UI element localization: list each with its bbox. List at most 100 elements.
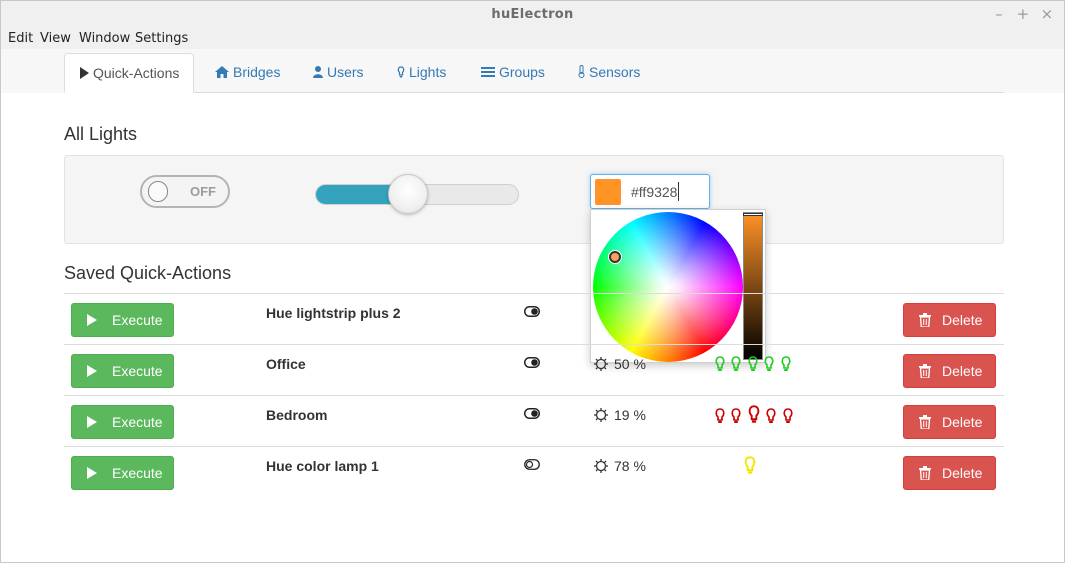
table-row: Execute Office 50 % Delete <box>64 344 1004 395</box>
table-row: Execute Hue color lamp 1 78 % Delete <box>64 446 1004 497</box>
tab-label: Users <box>327 64 364 80</box>
lightbulb-icon <box>748 356 758 371</box>
execute-label: Execute <box>112 414 163 430</box>
trash-icon <box>919 364 931 378</box>
lightbulb-icon <box>748 405 760 423</box>
lightbulb-icon <box>783 408 793 423</box>
lightbulb-icon <box>731 356 741 371</box>
execute-button[interactable]: Execute <box>71 405 174 439</box>
lightbulb-icon <box>715 408 725 423</box>
tab-bridges[interactable]: Bridges <box>201 53 294 93</box>
trash-icon <box>919 415 931 429</box>
execute-button[interactable]: Execute <box>71 456 174 490</box>
play-icon <box>80 67 89 79</box>
text-caret <box>678 182 679 201</box>
lights-indicator <box>714 354 792 372</box>
toggle-on-icon <box>524 357 540 368</box>
window-title: huElectron <box>491 7 574 22</box>
brightness-icon <box>594 459 608 473</box>
lightbulb-icon <box>764 356 774 371</box>
tab-users[interactable]: Users <box>299 53 378 93</box>
tab-quick-actions[interactable]: Quick-Actions <box>64 53 195 93</box>
lights-indicator <box>714 405 794 424</box>
brightness-bar-marker[interactable] <box>743 213 763 216</box>
tab-label: Bridges <box>233 64 281 80</box>
toggle-on-icon <box>524 408 540 419</box>
color-swatch <box>595 179 621 205</box>
menu-window[interactable]: Window <box>79 31 130 46</box>
delete-button[interactable]: Delete <box>903 456 996 490</box>
maximize-button[interactable]: + <box>1013 1 1033 29</box>
lightbulb-icon <box>766 408 776 423</box>
delete-label: Delete <box>942 312 983 328</box>
toggle-on-icon <box>524 306 540 317</box>
slider-handle[interactable] <box>388 174 428 214</box>
tab-lights[interactable]: Lights <box>383 53 460 93</box>
lights-indicator <box>743 456 757 475</box>
play-icon <box>87 365 97 377</box>
tab-groups[interactable]: Groups <box>467 53 559 93</box>
trash-icon <box>919 466 931 480</box>
saved-quick-actions-heading: Saved Quick-Actions <box>64 263 232 283</box>
minimize-button[interactable]: – <box>989 1 1009 29</box>
color-input[interactable]: #ff9328 <box>590 174 710 209</box>
toggle-knob <box>148 181 168 202</box>
delete-button[interactable]: Delete <box>903 405 996 439</box>
lightbulb-icon <box>715 356 725 371</box>
lightbulb-icon <box>397 66 405 78</box>
brightness-readout: 19 % <box>594 407 646 423</box>
play-icon <box>87 314 97 326</box>
play-icon <box>87 467 97 479</box>
app-window: huElectron – + × Edit View Window Settin… <box>0 0 1065 563</box>
delete-button[interactable]: Delete <box>903 303 996 337</box>
close-button[interactable]: × <box>1037 1 1057 29</box>
delete-label: Delete <box>942 465 983 481</box>
delete-button[interactable]: Delete <box>903 354 996 388</box>
brightness-value: 50 % <box>614 356 646 372</box>
quick-action-name: Bedroom <box>266 407 328 423</box>
list-icon <box>481 67 495 77</box>
quick-action-name: Hue lightstrip plus 2 <box>266 305 401 321</box>
lightbulb-icon <box>744 456 756 474</box>
brightness-readout: 50 % <box>594 356 646 372</box>
menu-view[interactable]: View <box>40 31 71 46</box>
tab-sensors[interactable]: Sensors <box>564 53 654 93</box>
brightness-readout: 78 % <box>594 458 646 474</box>
toggle-off-icon <box>524 459 540 470</box>
table-row: Execute Bedroom 19 % Delete <box>64 395 1004 446</box>
delete-label: Delete <box>942 414 983 430</box>
lightbulb-icon <box>731 408 741 423</box>
execute-button[interactable]: Execute <box>71 354 174 388</box>
title-bar: huElectron – + × <box>1 1 1064 29</box>
execute-label: Execute <box>112 465 163 481</box>
quick-action-name: Hue color lamp 1 <box>266 458 379 474</box>
all-lights-heading: All Lights <box>64 124 138 144</box>
tab-label: Quick-Actions <box>93 65 180 81</box>
delete-label: Delete <box>942 363 983 379</box>
color-value: #ff9328 <box>631 184 678 200</box>
thermometer-icon <box>578 65 585 78</box>
all-lights-toggle[interactable]: OFF <box>140 175 230 208</box>
menu-edit[interactable]: Edit <box>8 31 33 46</box>
wheel-marker[interactable] <box>609 251 621 263</box>
tab-label: Sensors <box>589 64 641 80</box>
trash-icon <box>919 313 931 327</box>
brightness-icon <box>594 357 608 371</box>
execute-label: Execute <box>112 363 163 379</box>
brightness-icon <box>594 408 608 422</box>
execute-button[interactable]: Execute <box>71 303 174 337</box>
table-row: Execute Hue lightstrip plus 2 Delete <box>64 293 1004 344</box>
menu-bar: Edit View Window Settings <box>1 29 1064 49</box>
tab-label: Groups <box>499 64 545 80</box>
menu-settings[interactable]: Settings <box>135 31 188 46</box>
brightness-value: 78 % <box>614 458 646 474</box>
home-icon <box>215 66 229 78</box>
tab-label: Lights <box>409 64 447 80</box>
play-icon <box>87 416 97 428</box>
quick-action-name: Office <box>266 356 306 372</box>
toggle-label: OFF <box>190 184 216 199</box>
brightness-value: 19 % <box>614 407 646 423</box>
lightbulb-icon <box>781 356 791 371</box>
user-icon <box>313 66 323 78</box>
execute-label: Execute <box>112 312 163 328</box>
